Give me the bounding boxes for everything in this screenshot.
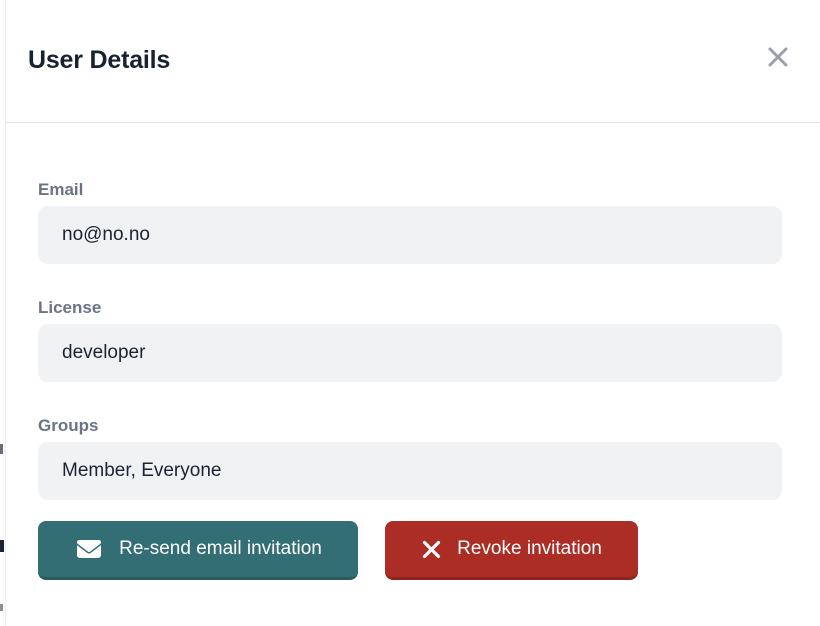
email-field[interactable] [38,206,782,264]
backdrop-text-fragment [0,604,3,611]
backdrop-text-fragment [0,540,4,552]
modal-body: Email License Groups Re-send email invit… [0,179,820,580]
revoke-invitation-button[interactable]: Revoke invitation [385,521,638,580]
resend-invitation-button[interactable]: Re-send email invitation [38,521,358,580]
license-field[interactable] [38,324,782,382]
close-button[interactable] [765,44,791,70]
button-row: Re-send email invitation Revoke invitati… [38,521,782,580]
groups-label: Groups [38,415,782,437]
screen: User Details Email License Groups [0,0,820,626]
modal-left-edge [5,0,6,626]
backdrop-text-fragment [0,444,3,454]
envelope-icon [74,537,104,561]
resend-invitation-label: Re-send email invitation [119,538,322,560]
user-details-modal: User Details Email License Groups [0,0,820,626]
revoke-invitation-label: Revoke invitation [457,538,602,560]
close-x-icon [766,45,790,69]
modal-title: User Details [28,46,170,75]
groups-field[interactable] [38,442,782,500]
license-label: License [38,297,782,319]
modal-header: User Details [0,0,820,123]
email-label: Email [38,179,782,201]
x-icon [421,539,442,560]
